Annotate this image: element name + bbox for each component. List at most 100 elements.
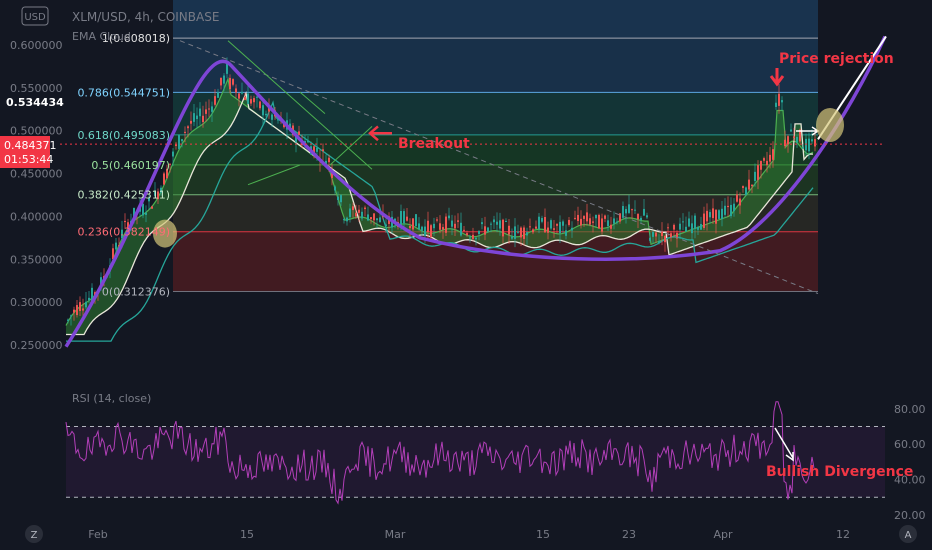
rsi-title: RSI (14, close) bbox=[72, 392, 151, 405]
last-price-badge-text: 0.484371 bbox=[4, 139, 57, 152]
y-tick-label: 0.550000 bbox=[10, 82, 63, 95]
fib-level-label: 0.236(0.382149) bbox=[77, 226, 170, 239]
candle-body bbox=[565, 230, 567, 236]
candle-body bbox=[184, 131, 186, 133]
candle-body bbox=[514, 226, 516, 239]
candle-body bbox=[673, 224, 675, 230]
candle-body bbox=[472, 234, 474, 239]
candle-body bbox=[298, 131, 300, 135]
candle-body bbox=[475, 237, 477, 240]
symbol-title: XLM/USD, 4h, COINBASE bbox=[72, 10, 219, 24]
candle-body bbox=[364, 207, 366, 210]
candle-body bbox=[262, 105, 264, 116]
candle-body bbox=[604, 215, 606, 219]
fib-zone-band bbox=[173, 38, 818, 93]
candle-body bbox=[442, 227, 444, 230]
candle-body bbox=[265, 113, 267, 116]
candle-body bbox=[562, 221, 564, 226]
rsi-y-tick-label: 60.00 bbox=[894, 438, 926, 451]
candle-body bbox=[685, 226, 687, 232]
candle-body bbox=[808, 138, 810, 152]
candle-body bbox=[772, 149, 774, 160]
retest-highlight-circle bbox=[816, 108, 844, 142]
candle-body bbox=[736, 194, 738, 202]
y-tick-label: 0.500000 bbox=[10, 125, 63, 138]
candle-body bbox=[256, 96, 258, 98]
candle-body bbox=[211, 106, 213, 112]
candle-body bbox=[85, 301, 87, 308]
y-tick-label: 0.400000 bbox=[10, 210, 63, 223]
candle-body bbox=[220, 77, 222, 86]
candle-body bbox=[631, 209, 633, 211]
candle-body bbox=[334, 186, 336, 191]
candle-body bbox=[523, 227, 525, 239]
candle-body bbox=[196, 115, 198, 120]
candle-body bbox=[613, 218, 615, 224]
candle-body bbox=[370, 217, 372, 220]
candle-body bbox=[754, 171, 756, 181]
candle-body bbox=[316, 147, 318, 152]
candle-body bbox=[598, 214, 600, 229]
candle-body bbox=[547, 227, 549, 233]
candle-body bbox=[190, 120, 192, 124]
candle-body bbox=[418, 223, 420, 230]
candle-body bbox=[748, 179, 750, 190]
candle-body bbox=[250, 99, 252, 104]
candle-body bbox=[448, 215, 450, 219]
x-tick-label: 15 bbox=[536, 528, 550, 541]
candle-body bbox=[424, 226, 426, 236]
candle-body bbox=[493, 219, 495, 223]
rsi-y-tick-label: 20.00 bbox=[894, 509, 926, 522]
candle-body bbox=[652, 231, 654, 237]
trading-chart[interactable]: 1(0.608018)0.786(0.544751)0.618(0.495083… bbox=[0, 0, 932, 550]
candle-body bbox=[616, 221, 618, 223]
candle-body bbox=[379, 217, 381, 223]
y-tick-label: 0.600000 bbox=[10, 39, 63, 52]
candle-body bbox=[352, 206, 354, 211]
candle-body bbox=[796, 137, 798, 143]
candle-body bbox=[628, 204, 630, 213]
candle-body bbox=[802, 147, 804, 149]
breakout-label: Breakout bbox=[398, 136, 470, 152]
candle-body bbox=[715, 209, 717, 224]
candle-body bbox=[766, 160, 768, 166]
candle-body bbox=[508, 225, 510, 235]
candle-body bbox=[682, 221, 684, 223]
candle-body bbox=[634, 209, 636, 211]
candle-body bbox=[727, 205, 729, 208]
candle-body bbox=[88, 297, 90, 301]
candle-body bbox=[490, 223, 492, 225]
candle-body bbox=[454, 223, 456, 229]
currency-badge-label: USD bbox=[24, 12, 46, 23]
candle-body bbox=[307, 140, 309, 143]
candle-body bbox=[466, 233, 468, 236]
candle-body bbox=[208, 108, 210, 110]
x-tick-label: 12 bbox=[836, 528, 850, 541]
y-tick-label: 0.250000 bbox=[10, 339, 63, 352]
candle-body bbox=[658, 241, 660, 244]
candle-body bbox=[67, 319, 69, 321]
candle-body bbox=[430, 225, 432, 238]
candle-body bbox=[385, 224, 387, 226]
candle-body bbox=[583, 216, 585, 219]
candle-body bbox=[586, 212, 588, 222]
fib-zone-top bbox=[173, 0, 818, 39]
y-tick-label: 0.300000 bbox=[10, 296, 63, 309]
auto-scale-icon-label: A bbox=[905, 530, 912, 541]
candle-body bbox=[730, 204, 732, 217]
candle-body bbox=[202, 115, 204, 123]
candle-body bbox=[244, 96, 246, 100]
candle-body bbox=[568, 219, 570, 225]
candle-body bbox=[580, 218, 582, 226]
candle-body bbox=[520, 227, 522, 238]
candle-body bbox=[805, 138, 807, 151]
candle-body bbox=[142, 203, 144, 216]
candle-body bbox=[511, 236, 513, 239]
x-tick-label: 23 bbox=[622, 528, 636, 541]
candle-body bbox=[703, 213, 705, 228]
candle-body bbox=[667, 227, 669, 229]
candle-body bbox=[709, 212, 711, 218]
candle-body bbox=[199, 108, 201, 117]
candle-body bbox=[259, 101, 261, 109]
candle-body bbox=[172, 151, 174, 157]
